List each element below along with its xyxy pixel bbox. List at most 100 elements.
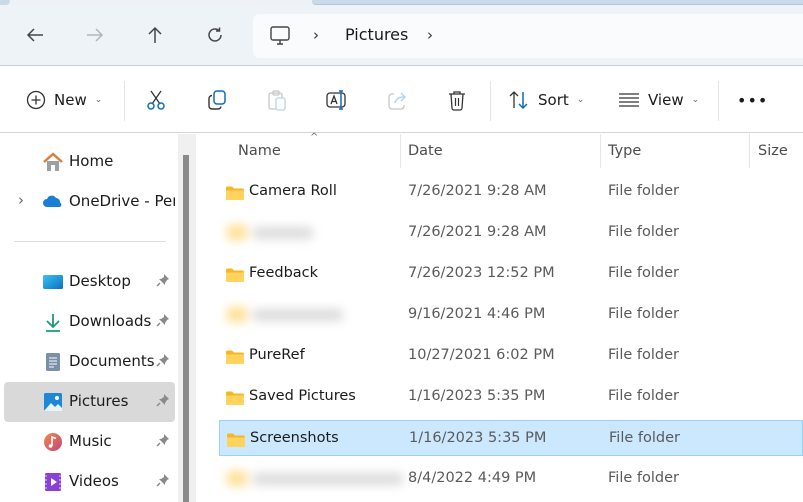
toolbar-divider — [490, 81, 491, 121]
file-row[interactable]: Screenshots 1/16/2023 5:35 PM File folder — [219, 420, 803, 456]
file-date: 1/16/2023 5:35 PM — [409, 430, 547, 446]
file-date: 7/26/2021 9:28 AM — [408, 224, 547, 240]
file-date: 1/16/2023 5:35 PM — [408, 388, 546, 404]
view-list-icon — [619, 93, 639, 107]
sidebar-item-label: Music — [69, 432, 112, 450]
new-label: New — [54, 91, 87, 109]
sidebar-item-label: OneDrive - Personal — [69, 192, 175, 210]
file-name: Saved Pictures — [249, 388, 356, 404]
folder-icon — [225, 390, 245, 410]
file-row[interactable]: Saved Pictures 1/16/2023 5:35 PM File fold… — [219, 379, 803, 415]
file-row[interactable]: 7/26/2021 9:28 AM File folder — [219, 215, 803, 251]
breadcrumb-chevron[interactable]: › — [427, 26, 433, 44]
share-button[interactable] — [386, 83, 408, 117]
cut-button[interactable] — [145, 83, 167, 117]
file-row[interactable]: Feedback 7/26/2023 12:52 PM File folder — [219, 256, 803, 292]
pin-icon[interactable] — [156, 393, 170, 411]
pin-icon[interactable] — [156, 313, 170, 331]
file-row[interactable]: Camera Roll 7/26/2021 9:28 AM File folder — [219, 174, 803, 210]
view-button[interactable]: View ⌄ — [618, 83, 699, 117]
sort-icon — [509, 91, 528, 110]
column-divider[interactable] — [749, 134, 750, 168]
delete-button[interactable] — [446, 83, 468, 117]
sidebar-item-home[interactable]: Home — [4, 142, 175, 182]
documents-icon — [46, 353, 60, 371]
column-header-size[interactable]: Size — [758, 134, 788, 168]
rename-icon — [326, 90, 346, 110]
sidebar-item-desktop[interactable]: Desktop — [4, 262, 175, 302]
refresh-icon — [208, 27, 222, 42]
arrow-left-icon — [26, 28, 43, 42]
copy-icon — [208, 90, 226, 110]
sidebar-item-onedrive[interactable]: › OneDrive - Personal — [4, 182, 175, 222]
sidebar-item-label: Pictures — [69, 392, 129, 410]
folder-icon — [225, 349, 245, 369]
file-list: Name ^ Date Type Size Camera Roll 7/26/20… — [196, 132, 803, 502]
more-options-button[interactable]: ••• — [737, 83, 768, 117]
paste-icon — [268, 90, 286, 111]
file-date: 7/26/2021 9:28 AM — [408, 183, 547, 199]
file-date: 8/4/2022 4:49 PM — [408, 470, 537, 486]
videos-icon — [45, 473, 61, 491]
back-button[interactable] — [20, 20, 50, 50]
file-type: File folder — [608, 306, 679, 322]
share-icon — [388, 92, 406, 110]
expand-chevron-icon[interactable]: › — [18, 191, 24, 209]
breadcrumb-chevron[interactable]: › — [313, 26, 319, 44]
address-bar[interactable]: › Pictures › — [253, 14, 803, 58]
redacted-name — [223, 470, 413, 488]
file-date: 7/26/2023 12:52 PM — [408, 265, 555, 281]
file-name: PureRef — [249, 347, 305, 363]
more-icon: ••• — [737, 90, 769, 110]
sidebar-item-label: Documents — [69, 352, 155, 370]
column-header-type[interactable]: Type — [608, 134, 641, 168]
file-row[interactable]: PureRef 10/27/2021 6:02 PM File folder — [219, 338, 803, 374]
sidebar-item-label: Home — [69, 152, 114, 170]
arrow-up-icon — [148, 26, 162, 43]
sidebar-divider — [14, 241, 166, 242]
column-header-label: Size — [758, 143, 788, 159]
sidebar-item-downloads[interactable]: Downloads — [4, 302, 175, 342]
sidebar-item-documents[interactable]: Documents — [4, 342, 175, 382]
pin-icon[interactable] — [156, 353, 170, 371]
file-date: 10/27/2021 6:02 PM — [408, 347, 555, 363]
downloads-icon — [46, 314, 60, 332]
file-row[interactable]: 9/16/2021 4:46 PM File folder — [219, 297, 803, 333]
chevron-down-icon: ⌄ — [94, 95, 103, 105]
sidebar-item-music[interactable]: Music — [4, 422, 175, 462]
sort-button[interactable]: Sort ⌄ — [508, 83, 584, 117]
tab-edge — [0, 0, 10, 5]
sidebar-item-videos[interactable]: Videos — [4, 462, 175, 502]
up-button[interactable] — [140, 20, 170, 50]
copy-button[interactable] — [206, 83, 228, 117]
pin-icon[interactable] — [156, 473, 170, 491]
column-header-label: Name — [238, 143, 281, 159]
file-name: Feedback — [249, 265, 319, 281]
new-button[interactable]: New ⌄ — [26, 83, 102, 117]
paste-button[interactable] — [266, 83, 288, 117]
file-type: File folder — [608, 265, 679, 281]
breadcrumb-pictures[interactable]: Pictures — [345, 25, 408, 44]
column-header-label: Type — [608, 143, 642, 159]
folder-icon — [225, 267, 245, 287]
sidebar-item-pictures[interactable]: Pictures — [4, 382, 175, 422]
sidebar-item-label: Videos — [69, 472, 119, 490]
sidebar-item-label: Desktop — [69, 272, 131, 290]
rename-button[interactable] — [325, 83, 349, 117]
delete-icon — [449, 91, 465, 111]
column-divider[interactable] — [400, 134, 401, 168]
sidebar-scrollbar-thumb[interactable] — [183, 155, 189, 502]
forward-button[interactable] — [80, 20, 110, 50]
file-row[interactable]: 8/4/2022 4:49 PM File folder — [219, 461, 803, 497]
redacted-name — [223, 306, 353, 324]
column-header-date[interactable]: Date — [408, 134, 443, 168]
column-divider[interactable] — [600, 134, 601, 168]
pin-icon[interactable] — [156, 433, 170, 451]
refresh-button[interactable] — [200, 20, 230, 50]
folder-icon — [226, 432, 246, 452]
onedrive-icon — [43, 195, 62, 207]
pin-icon[interactable] — [156, 273, 170, 291]
column-header-name[interactable]: Name — [238, 134, 281, 168]
chevron-down-icon: ⌄ — [576, 95, 585, 105]
file-type: File folder — [608, 224, 679, 240]
